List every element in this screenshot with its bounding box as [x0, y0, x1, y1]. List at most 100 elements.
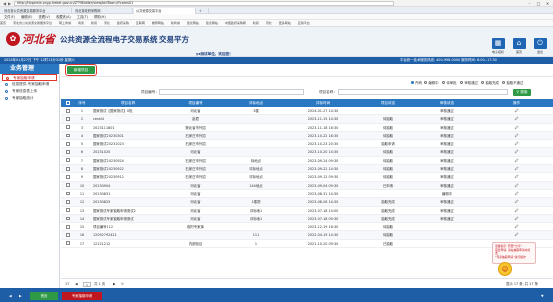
table-row[interactable]: 11 20230831 河北省 2023-08-31 14:30 编辑中 — [61, 190, 553, 199]
row-checkbox[interactable] — [61, 115, 75, 122]
sidebar-item-expert-upload[interactable]: 专家信息表上传 — [0, 88, 59, 95]
table-row[interactable]: 6 20231020 河北省 2023-10-20 14:30 待抽取 审核通过 — [61, 148, 553, 157]
logout-button[interactable]: ⏻ 退出 — [532, 38, 548, 54]
row-checkbox[interactable] — [61, 240, 75, 247]
edit-icon[interactable] — [480, 231, 553, 238]
favorite-link[interactable]: 商务 — [78, 21, 84, 25]
user-center-button[interactable]: ▦ 电子招标 — [490, 38, 506, 54]
edit-icon[interactable] — [480, 223, 553, 230]
maximize-icon[interactable]: □ — [534, 0, 543, 7]
edit-icon[interactable] — [480, 132, 553, 139]
row-checkbox[interactable] — [61, 157, 75, 164]
table-row[interactable]: 2 ceshi4 赵君 2023-11-15 14:30 待抽取 审核通过 — [61, 115, 553, 124]
table-row[interactable]: 8 国家测试20230922 石家庄市外招 评标地点 2023-09-22 14:30 待… — [61, 165, 553, 174]
forward-icon[interactable]: ▶ — [7, 1, 12, 6]
home-button[interactable]: ⌂ 首页 — [511, 38, 527, 54]
edit-icon[interactable] — [480, 215, 553, 222]
table-row[interactable]: 14 国家测试专家抽取申请测试 河北省 评标地1 2023-07-18 09:30 抽取完… — [61, 214, 553, 224]
bottom-tab-current[interactable]: 专家抽取申请 — [62, 292, 102, 300]
favorite-link[interactable]: 河北 — [266, 21, 272, 25]
tab-menu-icon[interactable]: ▼ — [538, 292, 546, 300]
row-checkbox[interactable] — [61, 190, 75, 197]
edit-icon[interactable] — [480, 115, 553, 122]
status-radio-editing[interactable]: 编辑中 — [424, 80, 439, 85]
favorite-link[interactable]: 政府采购 — [117, 21, 129, 25]
row-checkbox[interactable] — [61, 231, 75, 238]
favorite-link[interactable]: 建议网站 — [206, 21, 218, 25]
favorite-link[interactable]: 新闻 — [91, 21, 97, 25]
favorite-link[interactable]: 新商城 — [171, 21, 180, 25]
status-radio-all[interactable]: 所有 — [411, 80, 422, 85]
favorite-link[interactable]: 中国政府采购网 — [225, 21, 246, 25]
row-checkbox[interactable] — [61, 182, 75, 189]
table-row[interactable]: 15 项目编号112 临时专家库 2023-12-19 16:30 待抽取 — [61, 223, 553, 232]
favorite-link[interactable]: 网上商城 — [59, 21, 71, 25]
close-window-icon[interactable]: ✕ — [543, 0, 552, 7]
favorite-link[interactable]: 新闻 — [253, 21, 259, 25]
scroll-left-icon[interactable]: ◀ — [6, 292, 14, 300]
menu-view[interactable]: 查看(V) — [38, 15, 49, 19]
favorite-link[interactable]: 更多网站 — [279, 21, 291, 25]
table-row[interactable]: 13 国家测试专家抽取申请测试2 河北省 评标地1 2023-07-18 14:00 抽取… — [61, 207, 553, 215]
sidebar-item-expert-draw-apply[interactable]: 专家抽取申请 — [2, 74, 57, 81]
table-row[interactable]: 10 20230904 河北省 144地点 2023-09-04 09:30 已申请 审核通… — [61, 181, 553, 190]
favorite-link[interactable]: 建议网站 — [187, 21, 199, 25]
favorite-link[interactable]: 应用平台 — [298, 21, 310, 25]
project-name-input[interactable] — [338, 89, 508, 95]
add-project-button[interactable]: 新增项目 — [65, 64, 97, 76]
row-checkbox[interactable] — [61, 148, 75, 155]
scroll-right-icon[interactable]: ▶ — [16, 292, 24, 300]
table-row[interactable]: 17 12121212 内部验证 1 2021-10-20 09:30 已抽取 — [61, 240, 553, 249]
page-number-input[interactable]: 1 — [83, 281, 91, 287]
table-row[interactable]: 5 国家测试20231023 石家庄市外招 2023-10-23 20:30 抽取申请 审… — [61, 140, 553, 149]
edit-icon[interactable] — [480, 148, 553, 155]
edit-icon[interactable] — [480, 165, 553, 172]
row-checkbox[interactable] — [61, 165, 75, 172]
favorite-link[interactable]: 首页 — [0, 21, 6, 25]
menu-tools[interactable]: 工具(T) — [77, 15, 88, 19]
table-row[interactable]: 1 国家测试【国家测试】0批 河北省 3楼 2024-01-27 14:30 审核通过 — [61, 107, 553, 116]
menu-favorites[interactable]: 收藏夹(A) — [56, 15, 71, 19]
edit-icon[interactable] — [480, 182, 553, 189]
status-radio-drawn[interactable]: 抽取完成 — [481, 80, 499, 85]
favorite-link[interactable]: 互联网 — [136, 21, 145, 25]
status-radio-pending[interactable]: 待审批 — [442, 80, 457, 85]
edit-icon[interactable] — [480, 140, 553, 147]
table-row[interactable]: 3 2023111801 冀北省市外招 2023-11-18 16:30 待抽取 审核通过 — [61, 124, 553, 132]
row-checkbox[interactable] — [61, 207, 75, 214]
edit-icon[interactable] — [480, 190, 553, 197]
menu-help[interactable]: 帮助(H) — [94, 15, 106, 19]
edit-icon[interactable] — [480, 207, 553, 214]
menu-edit[interactable]: 编辑(E) — [21, 15, 32, 19]
project-code-input[interactable] — [159, 89, 304, 95]
edit-icon[interactable] — [480, 124, 553, 131]
row-checkbox[interactable] — [61, 215, 75, 222]
edit-icon[interactable] — [480, 107, 553, 114]
table-row[interactable]: 9 国家测试20230912 石家庄市外招 评标地点 2023-09-12 09:30 待… — [61, 173, 553, 182]
minimize-icon[interactable]: – — [525, 0, 534, 7]
status-radio-approved[interactable]: 审核通过 — [460, 80, 478, 85]
row-checkbox[interactable] — [61, 140, 75, 147]
row-checkbox[interactable] — [61, 173, 75, 180]
row-checkbox[interactable] — [61, 132, 75, 139]
url-input[interactable]: http://hbpsmis.ccgp-hebei.gov.cn/ZTYBidd… — [14, 1, 394, 6]
row-checkbox[interactable] — [61, 107, 75, 114]
row-checkbox[interactable] — [61, 223, 75, 230]
edit-icon[interactable] — [480, 157, 553, 164]
bottom-tab-home[interactable]: 首页 — [30, 292, 58, 300]
favorite-link[interactable]: 河北 — [104, 21, 110, 25]
table-row[interactable]: 12 20230825 河北省 1楼院 2023-08-26 14:30 抽取完成 审核通过 — [61, 198, 553, 207]
favorite-link[interactable]: 推荐网站 — [152, 21, 164, 25]
select-all-checkbox[interactable] — [61, 99, 75, 107]
edit-icon[interactable] — [480, 173, 553, 180]
favorite-link[interactable]: 河北省公共资源交易服务平台 — [13, 21, 52, 25]
table-row[interactable]: 4 国家测试20230301 石家庄市外招 2023-10-22 18:30 待抽取 审核… — [61, 131, 553, 141]
sidebar-item-expert-stats[interactable]: 专家抽取统计 — [0, 95, 59, 102]
row-checkbox[interactable] — [61, 198, 75, 205]
search-button[interactable]: ⚲ 搜索 — [513, 89, 531, 96]
menu-file[interactable]: 文件(F) — [4, 15, 15, 19]
edit-icon[interactable] — [480, 198, 553, 205]
table-row[interactable]: 7 国家测试20230924 石家庄市外招 标地点 2023-09-24 09:30 待抽… — [61, 157, 553, 166]
row-checkbox[interactable] — [61, 124, 75, 131]
sidebar-item-info-apply[interactable]: 信息提供-专家抽取申请 — [0, 81, 59, 88]
